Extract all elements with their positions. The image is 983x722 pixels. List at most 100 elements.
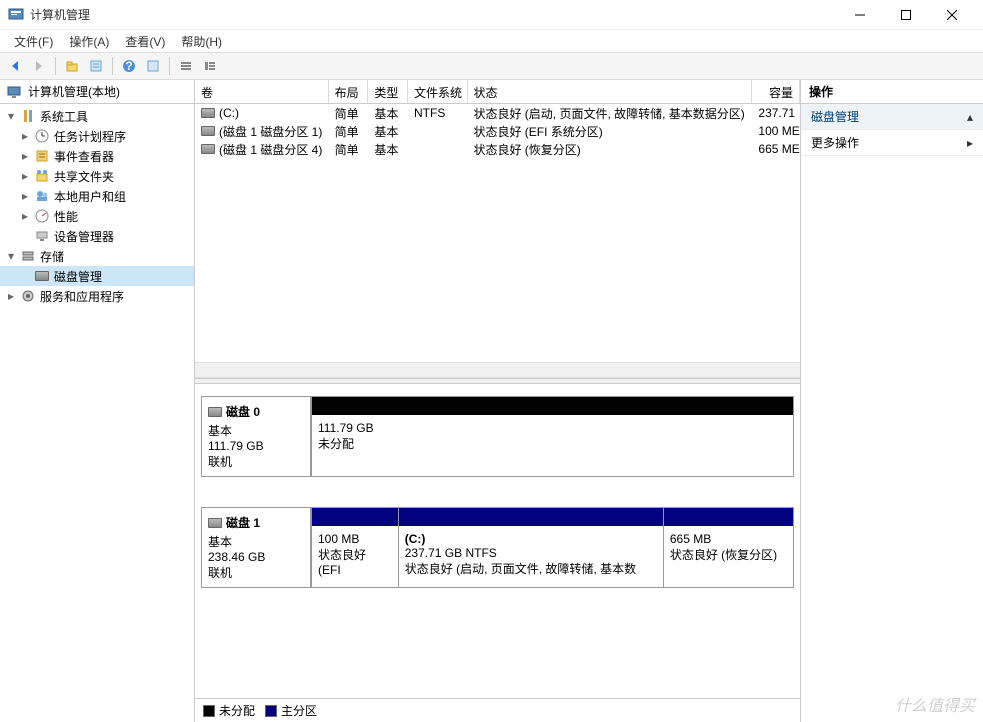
- tree-device-manager[interactable]: 设备管理器: [0, 226, 194, 246]
- tools-icon: [20, 108, 36, 124]
- expander-icon[interactable]: ▾: [4, 109, 18, 123]
- forward-button[interactable]: [28, 55, 50, 77]
- legend: 未分配 主分区: [195, 698, 800, 722]
- tree-performance[interactable]: ▸ 性能: [0, 206, 194, 226]
- users-icon: [34, 188, 50, 204]
- partition-size: 665 MB: [670, 532, 787, 546]
- tree-disk-management[interactable]: 磁盘管理: [0, 266, 194, 286]
- menu-file[interactable]: 文件(F): [6, 31, 61, 52]
- menubar: 文件(F) 操作(A) 查看(V) 帮助(H): [0, 30, 983, 52]
- volume-row[interactable]: (C:)简单基本NTFS状态良好 (启动, 页面文件, 故障转储, 基本数据分区…: [195, 104, 800, 122]
- disk-partitions: 100 MB状态良好 (EFI(C:)237.71 GB NTFS状态良好 (启…: [311, 507, 794, 588]
- tree-label: 事件查看器: [52, 148, 114, 165]
- window-buttons: [837, 0, 975, 30]
- legend-primary: 主分区: [265, 702, 317, 719]
- properties-button[interactable]: [85, 55, 107, 77]
- volume-fs: NTFS: [408, 105, 467, 121]
- expander-icon[interactable]: ▸: [18, 209, 32, 223]
- volume-type: 基本: [368, 122, 408, 141]
- col-fs[interactable]: 文件系统: [408, 80, 467, 103]
- tree-label: 任务计划程序: [52, 128, 126, 145]
- menu-help[interactable]: 帮助(H): [173, 31, 230, 52]
- disk-info[interactable]: 磁盘 1基本238.46 GB联机: [201, 507, 311, 588]
- expander-icon[interactable]: ▸: [18, 129, 32, 143]
- performance-icon: [34, 208, 50, 224]
- volume-fs: [408, 148, 467, 150]
- tree-label: 系统工具: [38, 108, 88, 125]
- horizontal-scroll-track[interactable]: [195, 362, 800, 378]
- expander-icon[interactable]: ▸: [18, 149, 32, 163]
- maximize-button[interactable]: [883, 0, 929, 30]
- volume-type: 基本: [368, 104, 408, 123]
- device-icon: [34, 228, 50, 244]
- disk-type: 基本: [208, 422, 304, 439]
- partition-stripe: [399, 508, 663, 526]
- expander-icon[interactable]: ▾: [4, 249, 18, 263]
- toolbar-separator-3: [169, 57, 170, 75]
- close-button[interactable]: [929, 0, 975, 30]
- col-status[interactable]: 状态: [468, 80, 753, 103]
- back-button[interactable]: [4, 55, 26, 77]
- disk-status: 联机: [208, 453, 304, 470]
- disk-icon: [34, 268, 50, 284]
- partition[interactable]: 111.79 GB未分配: [311, 397, 793, 476]
- volume-layout: 简单: [329, 104, 369, 123]
- tree-shared-folders[interactable]: ▸ 共享文件夹: [0, 166, 194, 186]
- col-type[interactable]: 类型: [368, 80, 408, 103]
- disk-title: 磁盘 1: [226, 514, 260, 531]
- volume-status: 状态良好 (恢复分区): [467, 140, 752, 159]
- tree-label: 共享文件夹: [52, 168, 114, 185]
- partition-stripe: [312, 508, 398, 526]
- partition[interactable]: (C:)237.71 GB NTFS状态良好 (启动, 页面文件, 故障转储, …: [398, 508, 663, 587]
- tree-system-tools[interactable]: ▾ 系统工具: [0, 106, 194, 126]
- collapse-up-icon: ▴: [967, 110, 973, 124]
- tree-label: 本地用户和组: [52, 188, 126, 205]
- toolbar: ?: [0, 52, 983, 80]
- tree-event-viewer[interactable]: ▸ 事件查看器: [0, 146, 194, 166]
- volume-list[interactable]: (C:)简单基本NTFS状态良好 (启动, 页面文件, 故障转储, 基本数据分区…: [195, 104, 800, 362]
- tree-pane: 计算机管理(本地) ▾ 系统工具 ▸ 任务计划程序 ▸ 事件查看器 ▸ 共享文件…: [0, 80, 195, 722]
- up-button[interactable]: [61, 55, 83, 77]
- tree-label: 性能: [52, 208, 78, 225]
- tree-task-scheduler[interactable]: ▸ 任务计划程序: [0, 126, 194, 146]
- list-button[interactable]: [175, 55, 197, 77]
- tree-local-users[interactable]: ▸ 本地用户和组: [0, 186, 194, 206]
- partition-state: 未分配: [318, 435, 787, 452]
- partition[interactable]: 100 MB状态良好 (EFI: [311, 508, 398, 587]
- tree-storage[interactable]: ▾ 存储: [0, 246, 194, 266]
- disk-title: 磁盘 0: [226, 403, 260, 420]
- tree-body: ▾ 系统工具 ▸ 任务计划程序 ▸ 事件查看器 ▸ 共享文件夹 ▸: [0, 104, 194, 308]
- volume-list-header: 卷 布局 类型 文件系统 状态 容量: [195, 80, 800, 104]
- minimize-button[interactable]: [837, 0, 883, 30]
- col-layout[interactable]: 布局: [329, 80, 369, 103]
- disk-row: 磁盘 1基本238.46 GB联机100 MB状态良好 (EFI(C:)237.…: [201, 507, 794, 588]
- volume-capacity: 665 ME: [752, 141, 800, 157]
- expander-icon[interactable]: ▸: [18, 169, 32, 183]
- volume-name: (磁盘 1 磁盘分区 4): [219, 141, 322, 158]
- partition-size: 100 MB: [318, 532, 392, 546]
- actions-more[interactable]: 更多操作 ▸: [801, 130, 983, 156]
- help-button[interactable]: ?: [118, 55, 140, 77]
- volume-row[interactable]: (磁盘 1 磁盘分区 1)简单基本状态良好 (EFI 系统分区)100 ME: [195, 122, 800, 140]
- partition-state: 状态良好 (EFI: [318, 546, 392, 577]
- col-capacity[interactable]: 容量: [752, 80, 800, 103]
- partition[interactable]: 665 MB状态良好 (恢复分区): [663, 508, 793, 587]
- window-title: 计算机管理: [30, 6, 837, 23]
- volume-row[interactable]: (磁盘 1 磁盘分区 4)简单基本状态良好 (恢复分区)665 ME: [195, 140, 800, 158]
- menu-view[interactable]: 查看(V): [117, 31, 173, 52]
- refresh-button[interactable]: [142, 55, 164, 77]
- tree-root-label[interactable]: 计算机管理(本地): [26, 83, 120, 100]
- disk-size: 111.79 GB: [208, 439, 304, 453]
- expander-icon[interactable]: ▸: [4, 289, 18, 303]
- actions-category-label: 磁盘管理: [811, 108, 859, 125]
- tree-services-apps[interactable]: ▸ 服务和应用程序: [0, 286, 194, 306]
- disk-info[interactable]: 磁盘 0 基本111.79 GB联机: [201, 396, 311, 477]
- tree-label: 存储: [38, 248, 64, 265]
- disk-row: 磁盘 0 基本111.79 GB联机 111.79 GB未分配: [201, 396, 794, 477]
- expander-icon[interactable]: ▸: [18, 189, 32, 203]
- menu-action[interactable]: 操作(A): [61, 31, 117, 52]
- col-volume[interactable]: 卷: [195, 80, 329, 103]
- detail-button[interactable]: [199, 55, 221, 77]
- disk-drive-icon: [208, 518, 222, 528]
- actions-category[interactable]: 磁盘管理 ▴: [801, 104, 983, 130]
